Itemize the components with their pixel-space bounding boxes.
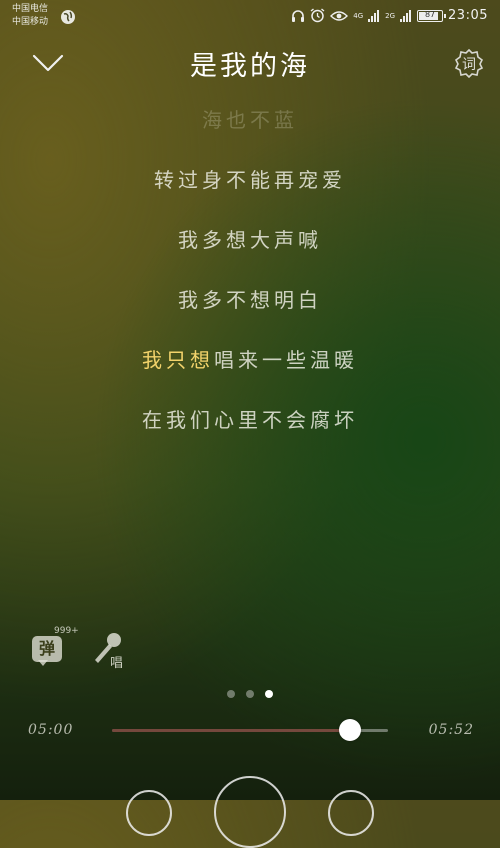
lyrics-toggle-label: 词: [462, 57, 476, 73]
lyric-rest: 唱来一些温暖: [214, 348, 358, 372]
sing-label: 唱: [110, 656, 124, 671]
speech-bubble-tail: [38, 660, 48, 666]
danmu-button[interactable]: 弹: [32, 632, 66, 666]
play-pause-button[interactable]: [214, 776, 286, 848]
next-button[interactable]: [328, 790, 374, 836]
lyric-line: 海也不蓝: [202, 108, 298, 132]
carrier-2: 中国移动: [12, 17, 49, 27]
network-type-2: 2G: [385, 11, 396, 20]
lyric-line: 我多不想明白: [178, 288, 322, 312]
total-time: 05:52: [428, 722, 474, 738]
page-indicator: [0, 690, 500, 698]
page-dot[interactable]: [227, 690, 235, 698]
signal-icon: [368, 9, 380, 22]
page-dot[interactable]: [246, 690, 254, 698]
battery-percent: 87: [424, 9, 436, 19]
lyric-highlight: 我只想: [142, 348, 214, 372]
alarm-icon: [310, 8, 325, 23]
lyric-line-current: 我只想唱来一些温暖: [0, 344, 500, 373]
status-clock: 23:05: [448, 8, 488, 23]
lyrics-toggle-button[interactable]: 词: [454, 48, 484, 79]
progress-fill: [112, 729, 350, 732]
battery-icon: 87: [417, 9, 447, 22]
headphone-icon: [292, 9, 305, 22]
progress-thumb[interactable]: [338, 719, 361, 741]
lyric-line: 在我们心里不会腐坏: [142, 408, 358, 432]
previous-button[interactable]: [126, 790, 172, 836]
song-title: 是我的海: [190, 51, 310, 82]
network-type-1: 4G: [353, 11, 364, 20]
status-bar: 中国电信 中国移动 4G 2G 87 23:05: [0, 0, 500, 34]
current-time: 05:00: [28, 722, 74, 738]
danmu-count-badge: 999+: [54, 626, 79, 636]
signal-icon-2: [400, 9, 412, 22]
lyric-line: 我多想大声喊: [178, 228, 322, 252]
carrier-1: 中国电信: [12, 4, 49, 14]
danmu-label: 弹: [32, 636, 62, 662]
eye-icon: [330, 10, 349, 21]
progress-slider[interactable]: [112, 719, 388, 741]
carrier-info: 中国电信 中国移动: [12, 3, 48, 29]
globe-icon: [61, 10, 75, 24]
page-dot-active[interactable]: [265, 690, 273, 698]
lyric-line: 转过身不能再宠爱: [154, 168, 346, 192]
status-icons: 4G 2G 87 23:05: [291, 8, 488, 23]
